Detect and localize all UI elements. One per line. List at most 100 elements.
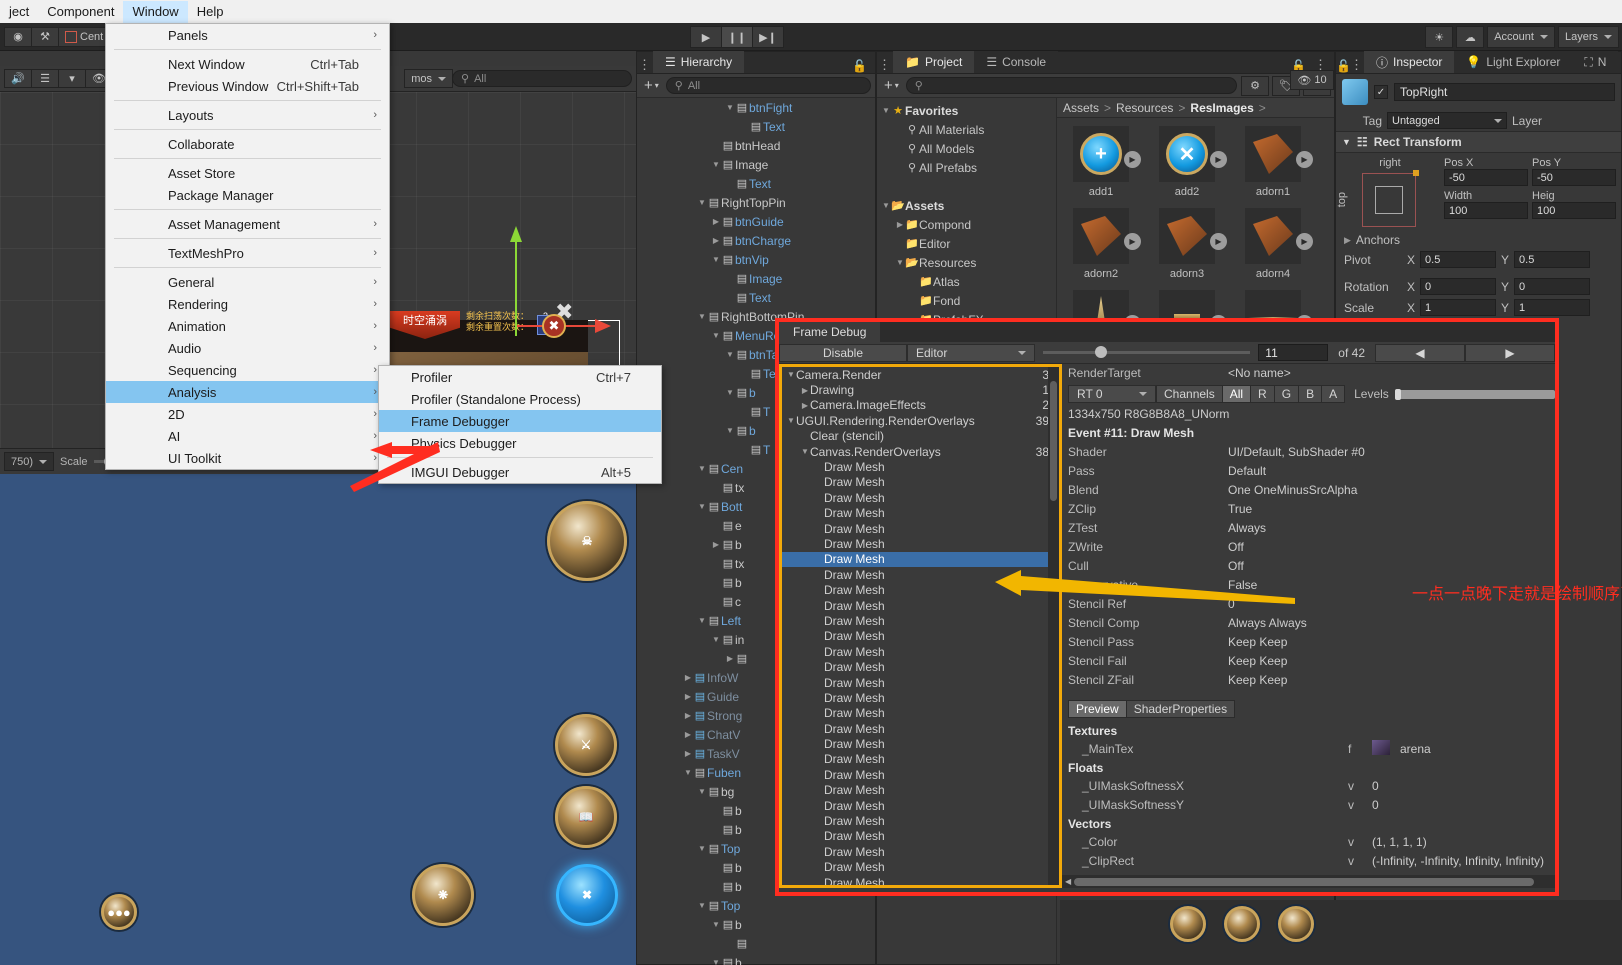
- frame-debug-event-row[interactable]: Draw Mesh: [782, 459, 1059, 474]
- tab-hierarchy[interactable]: ☰ Hierarchy: [653, 51, 745, 73]
- frame-debug-event-row[interactable]: Draw Mesh: [782, 860, 1059, 875]
- tab-frame-debug[interactable]: Frame Debug: [779, 322, 881, 342]
- disclosure-triangle[interactable]: ▼: [697, 616, 707, 625]
- hierarchy-row[interactable]: ▼ ▤ Top: [637, 896, 875, 915]
- global-pivot-icon[interactable]: ◉: [4, 26, 32, 47]
- rotation-x-field[interactable]: 0: [1420, 278, 1497, 295]
- hierarchy-row[interactable]: ▤ btnHead: [637, 136, 875, 155]
- menu-item[interactable]: Audio ›: [106, 337, 389, 359]
- frame-debug-event-row[interactable]: Draw Mesh: [782, 721, 1059, 736]
- frame-debug-event-row[interactable]: Draw Mesh: [782, 506, 1059, 521]
- disclosure-triangle[interactable]: ▼: [711, 920, 721, 929]
- tag-dropdown[interactable]: Untagged: [1387, 112, 1507, 129]
- component-header-rect-transform[interactable]: ▼ ☷ Rect Transform: [1336, 131, 1621, 153]
- pivot-x-field[interactable]: 0.5: [1420, 251, 1497, 268]
- menu-item[interactable]: Profiler (Standalone Process): [379, 388, 661, 410]
- frame-debug-event-row[interactable]: Draw Mesh: [782, 629, 1059, 644]
- active-checkbox[interactable]: ✓: [1374, 85, 1388, 99]
- scene-search-input[interactable]: ⚲ All: [452, 70, 632, 87]
- menu-item[interactable]: TextMeshPro ›: [106, 242, 389, 264]
- panel-menu-icon[interactable]: ⋮: [637, 57, 653, 73]
- hierarchy-row[interactable]: ▼ ▤ b: [637, 915, 875, 934]
- target-dropdown[interactable]: Editor: [907, 343, 1035, 362]
- preview-shaderprops-tabs[interactable]: Preview ShaderProperties: [1068, 700, 1236, 718]
- disclosure-triangle[interactable]: ▶: [683, 730, 693, 739]
- menu-item[interactable]: Layouts ›: [106, 104, 389, 126]
- channel-segmented-control[interactable]: Channels All R G B A: [1156, 385, 1346, 403]
- details-horizontal-scrollbar[interactable]: ◀: [1062, 875, 1555, 888]
- filter-type-icon[interactable]: ⚙: [1241, 75, 1269, 96]
- project-tree-row[interactable]: ⚲ All Models: [877, 139, 1056, 158]
- menu-item[interactable]: Asset Store: [106, 162, 389, 184]
- disclosure-triangle[interactable]: ▼: [725, 350, 735, 359]
- disclosure-triangle[interactable]: ▼: [725, 388, 735, 397]
- project-tree-row[interactable]: ▼ ★ Favorites: [877, 101, 1056, 120]
- project-tree-row[interactable]: ⚲ All Materials: [877, 120, 1056, 139]
- menu-item-window[interactable]: Window: [123, 0, 188, 23]
- pos-y-field[interactable]: -50: [1532, 169, 1616, 186]
- project-tree-row[interactable]: 📁 Atlas: [877, 272, 1056, 291]
- menu-item-project[interactable]: ject: [0, 1, 38, 23]
- disclosure-triangle[interactable]: ▶: [711, 236, 721, 245]
- project-tree-row[interactable]: ▶ 📁 Compond: [877, 215, 1056, 234]
- asset-item[interactable]: ▶ adorn3: [1153, 208, 1227, 280]
- game-icon-bag[interactable]: 📖: [555, 786, 617, 848]
- resolution-dropdown[interactable]: 750): [4, 452, 55, 471]
- tab-project[interactable]: 📁 Project: [893, 51, 975, 73]
- frame-debug-event-row[interactable]: Draw Mesh: [782, 613, 1059, 628]
- channel-button-all[interactable]: All: [1221, 385, 1252, 403]
- disclosure-triangle[interactable]: ▼: [725, 103, 735, 112]
- menu-item[interactable]: Next Window Ctrl+Tab: [106, 53, 389, 75]
- play-badge-icon[interactable]: ▶: [1296, 151, 1313, 168]
- lock-icon[interactable]: 🔓: [1336, 59, 1351, 73]
- game-icon-emblem[interactable]: ☠: [547, 501, 627, 581]
- scroll-left-icon[interactable]: ◀: [1062, 877, 1074, 886]
- disclosure-triangle[interactable]: ▶: [800, 401, 810, 410]
- disclosure-triangle[interactable]: ▼: [683, 768, 693, 777]
- panel-menu-icon[interactable]: ⋮: [877, 57, 893, 73]
- width-field[interactable]: 100: [1444, 202, 1528, 219]
- frame-debug-event-row[interactable]: Draw Mesh: [782, 490, 1059, 505]
- frame-debug-event-row[interactable]: Draw Mesh: [782, 475, 1059, 490]
- rotation-y-field[interactable]: 0: [1514, 278, 1591, 295]
- frame-debug-event-row[interactable]: Draw Mesh: [782, 706, 1059, 721]
- pause-button[interactable]: ❙❙: [721, 26, 753, 48]
- layers-dropdown[interactable]: Layers: [1557, 26, 1619, 48]
- effects-icon[interactable]: ☀: [1425, 26, 1454, 48]
- hierarchy-row[interactable]: ▤: [637, 934, 875, 953]
- project-tree-row[interactable]: 📁 Editor: [877, 234, 1056, 253]
- hierarchy-row[interactable]: ▼ ▤ btnVip: [637, 250, 875, 269]
- channel-button-b[interactable]: B: [1298, 385, 1323, 403]
- disclosure-triangle[interactable]: ▼: [711, 255, 721, 264]
- frame-debug-event-tree[interactable]: ▼ Camera.Render 3 ▶ Drawing 1 ▶ Camera.ImageEff…: [779, 364, 1062, 888]
- disclosure-triangle[interactable]: ▼: [711, 160, 721, 169]
- frame-debug-event-row[interactable]: Draw Mesh: [782, 798, 1059, 813]
- pivot-y-field[interactable]: 0.5: [1514, 251, 1591, 268]
- frame-debug-event-row[interactable]: ▼ UGUI.Rendering.RenderOverlays 39: [782, 413, 1059, 428]
- hscroll-thumb[interactable]: [1074, 877, 1535, 886]
- gizmos-dropdown[interactable]: mos: [404, 69, 453, 88]
- menu-item[interactable]: Sequencing ›: [106, 359, 389, 381]
- disclosure-triangle[interactable]: ▼: [786, 416, 796, 425]
- disclosure-triangle[interactable]: ▼: [800, 447, 810, 456]
- event-slider[interactable]: [1035, 346, 1258, 358]
- disclosure-triangle[interactable]: ▼: [697, 464, 707, 473]
- disclosure-triangle[interactable]: ▶: [895, 220, 905, 229]
- account-dropdown[interactable]: Account: [1487, 26, 1555, 48]
- channel-button-r[interactable]: R: [1250, 385, 1275, 403]
- frame-debug-event-row[interactable]: Draw Mesh: [782, 813, 1059, 828]
- disclosure-triangle[interactable]: ▶: [683, 692, 693, 701]
- panel-menu-icon[interactable]: ⋮: [1350, 57, 1364, 73]
- anchors-row[interactable]: ▶ Anchors: [1336, 231, 1621, 249]
- menu-item[interactable]: Rendering ›: [106, 293, 389, 315]
- frame-debug-event-row[interactable]: Draw Mesh: [782, 521, 1059, 536]
- play-badge-icon[interactable]: ▶: [1296, 233, 1313, 250]
- play-button[interactable]: ▶: [690, 26, 722, 48]
- frame-debug-event-row[interactable]: Draw Mesh: [782, 736, 1059, 751]
- subtab-preview[interactable]: Preview: [1068, 700, 1127, 718]
- effects-dropdown-arrow[interactable]: ▾: [58, 69, 86, 88]
- disclosure-triangle[interactable]: ▼: [711, 958, 721, 965]
- pos-x-field[interactable]: -50: [1444, 169, 1528, 186]
- anchor-preset-button[interactable]: [1362, 170, 1419, 227]
- visibility-count-badge[interactable]: 👁 10: [1290, 70, 1334, 90]
